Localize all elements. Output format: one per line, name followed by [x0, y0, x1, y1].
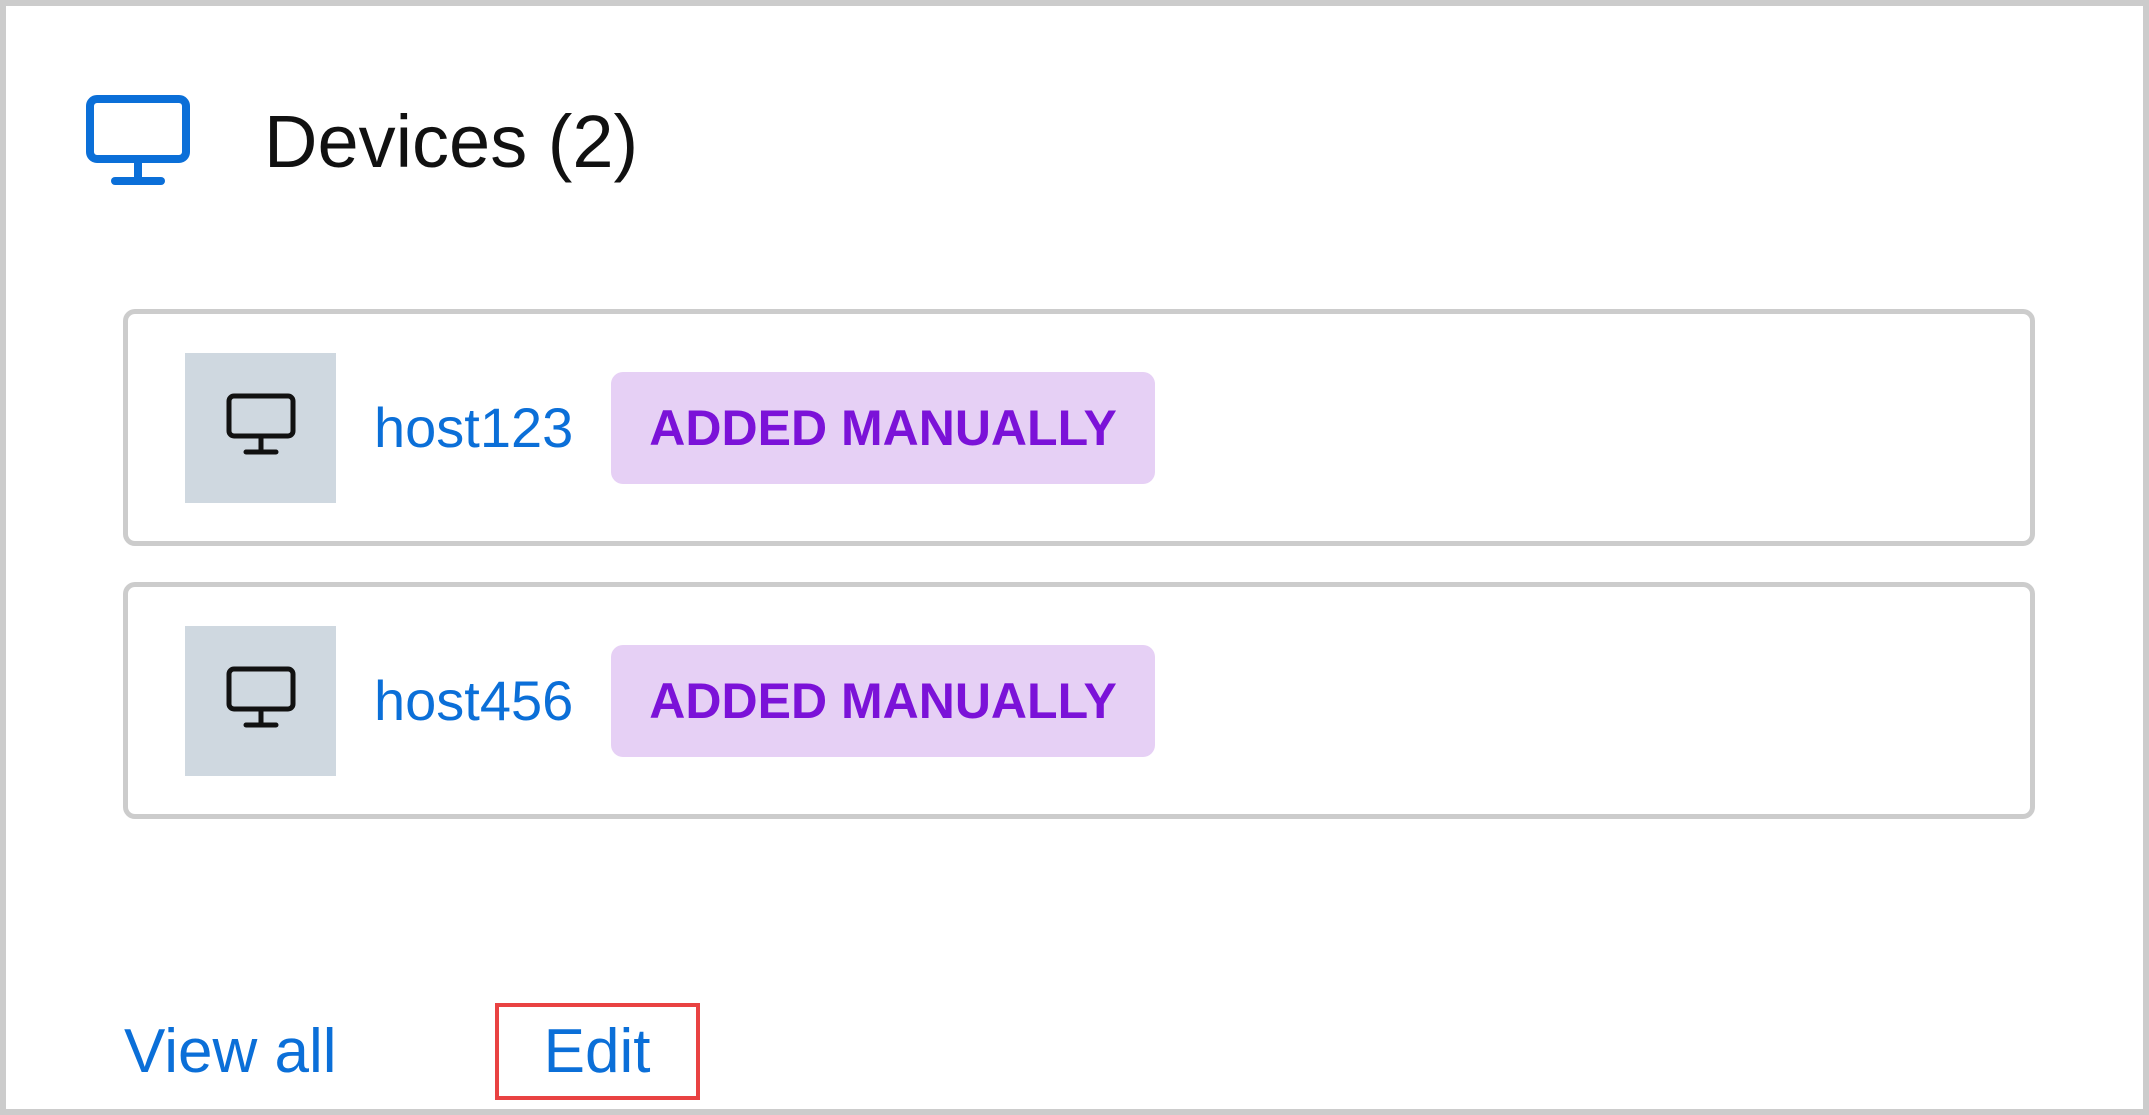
panel-header: Devices (2): [82, 91, 638, 191]
page-title: Devices (2): [264, 99, 639, 183]
monitor-icon: [226, 393, 296, 462]
device-row: host123 ADDED MANUALLY: [123, 309, 2035, 546]
monitor-icon: [82, 91, 194, 191]
edit-link[interactable]: Edit: [544, 1016, 651, 1087]
device-thumbnail: [185, 625, 336, 776]
edit-link-highlight: Edit: [494, 1002, 700, 1100]
panel-footer: View all Edit: [124, 996, 700, 1106]
devices-panel: Devices (2) host123 ADDED MANUALLY host4…: [0, 0, 2149, 1115]
status-badge: ADDED MANUALLY: [611, 644, 1155, 757]
device-link-host456[interactable]: host456: [374, 668, 573, 733]
device-thumbnail: [185, 352, 336, 503]
monitor-icon: [226, 666, 296, 735]
device-list: host123 ADDED MANUALLY host456 ADDED MAN…: [123, 309, 2035, 855]
view-all-link[interactable]: View all: [124, 1016, 337, 1087]
status-badge: ADDED MANUALLY: [611, 371, 1155, 484]
device-link-host123[interactable]: host123: [374, 395, 573, 460]
device-row: host456 ADDED MANUALLY: [123, 582, 2035, 819]
